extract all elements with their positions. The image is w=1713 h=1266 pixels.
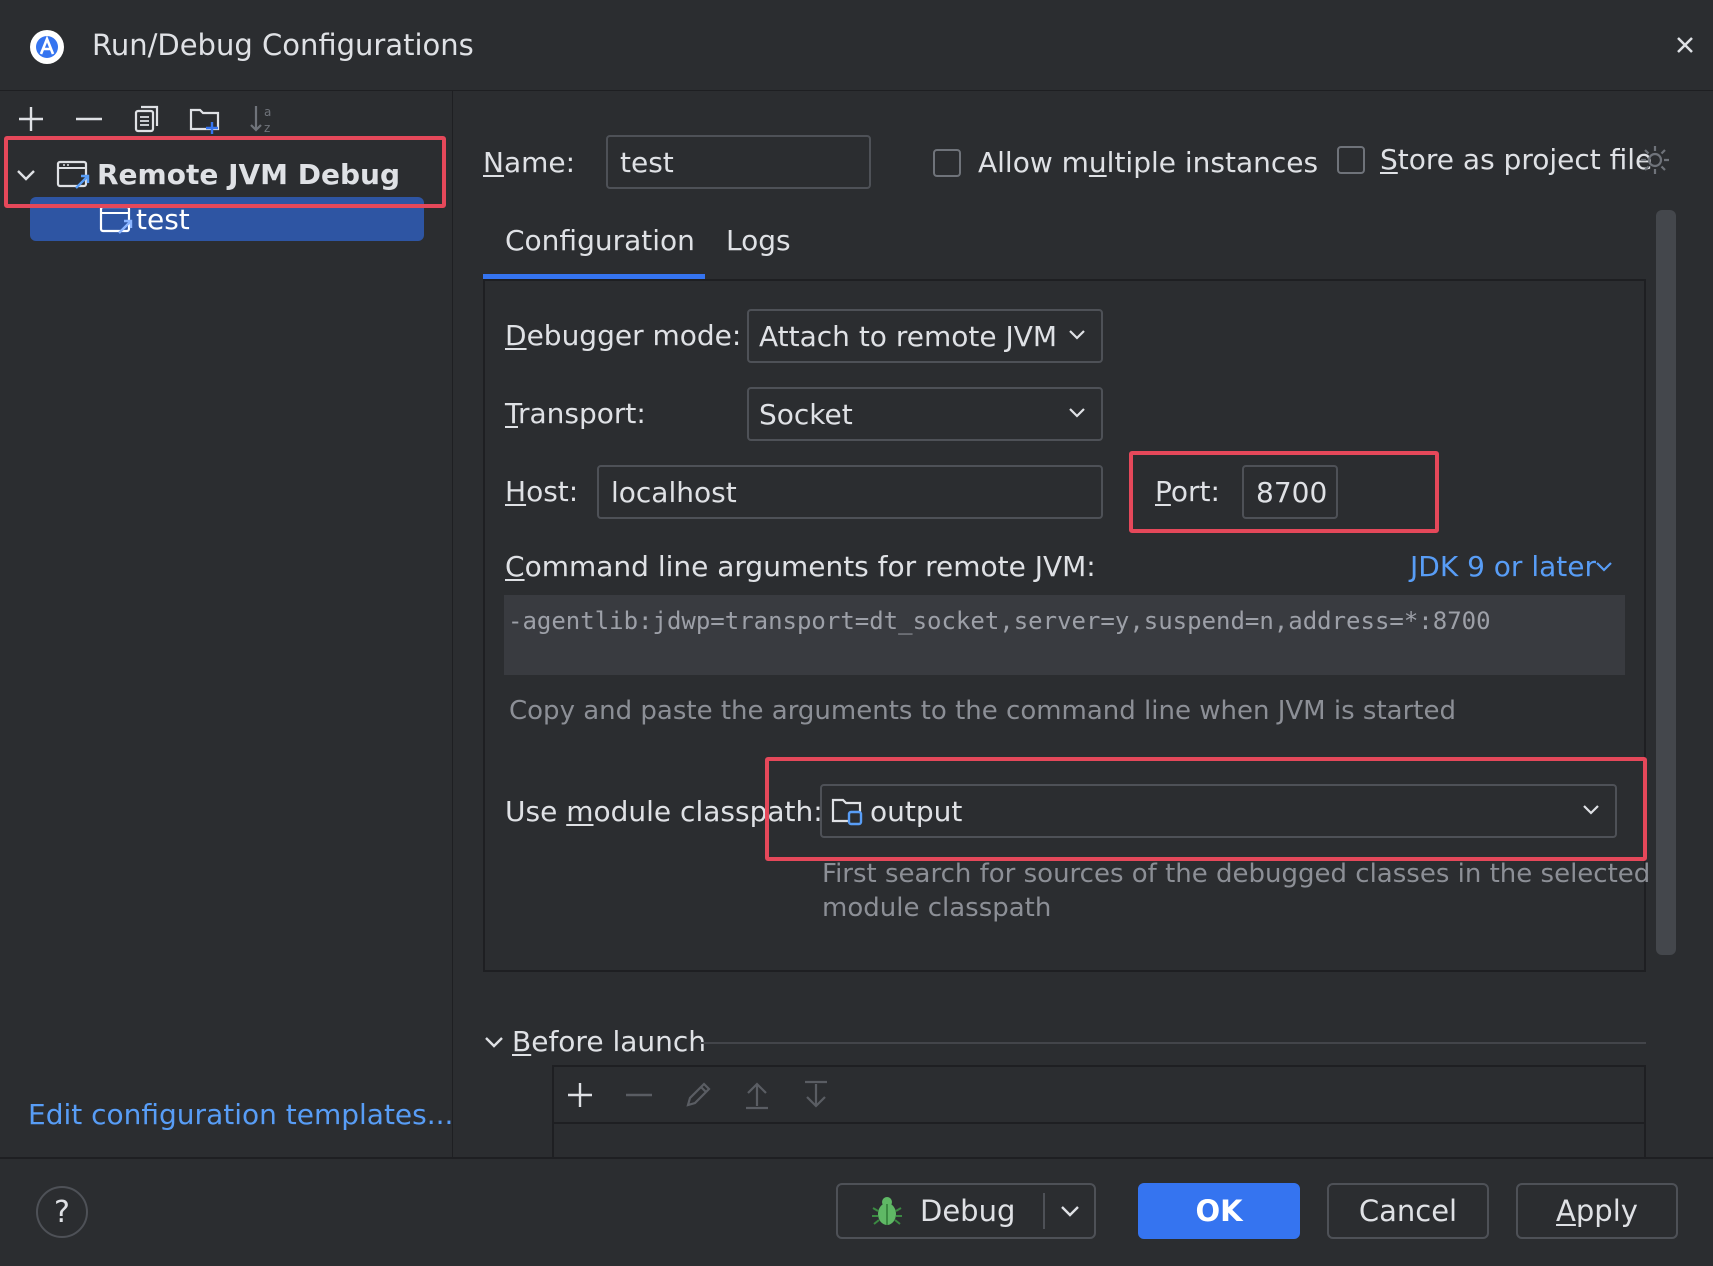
module-classpath-hint: First search for sources of the debugged… (822, 859, 1651, 923)
name-label: Name: (483, 146, 576, 179)
copy-icon[interactable] (130, 102, 164, 136)
remove-icon (626, 1093, 652, 1097)
edit-icon (686, 1082, 711, 1107)
svg-text:a: a (264, 105, 271, 119)
add-icon[interactable] (14, 102, 48, 136)
move-up-icon (746, 1082, 768, 1110)
transport-label: Transport: (505, 397, 646, 430)
gear-icon[interactable] (1638, 143, 1672, 177)
highlight-box-tree (4, 136, 446, 208)
sort-alphabetically-icon: a z (250, 105, 271, 135)
tab-configuration[interactable]: Configuration (505, 224, 695, 257)
cmdline-args-hint: Copy and paste the arguments to the comm… (509, 696, 1456, 726)
host-label: Host: (505, 475, 579, 508)
highlight-box-module-classpath (765, 757, 1647, 861)
before-launch-list (552, 1065, 1646, 1157)
tab-logs[interactable]: Logs (726, 224, 791, 257)
ok-button[interactable]: OK (1138, 1183, 1300, 1239)
debugger-mode-label: Debugger mode: (505, 319, 742, 352)
intellij-app-icon (30, 30, 64, 64)
jdk-version-dropdown[interactable]: JDK 9 or later (1410, 550, 1596, 583)
highlight-box-port (1129, 451, 1439, 533)
debug-split-button[interactable]: Debug (836, 1183, 1096, 1239)
help-button[interactable]: ? (36, 1186, 88, 1238)
remote-debug-icon (99, 205, 133, 234)
store-as-project-file-checkbox[interactable] (1337, 146, 1365, 174)
new-folder-icon[interactable] (188, 102, 222, 136)
chevron-down-icon[interactable] (1594, 560, 1614, 574)
cmdline-args-textarea[interactable]: -agentlib:jdwp=transport=dt_socket,serve… (504, 595, 1625, 675)
apply-button[interactable]: Apply (1516, 1183, 1678, 1239)
svg-text:z: z (264, 121, 270, 135)
name-input[interactable]: test (606, 135, 871, 189)
bug-icon (872, 1197, 902, 1225)
transport-select[interactable]: Socket (747, 387, 1103, 441)
remove-icon[interactable] (72, 102, 106, 136)
configuration-tree-panel (0, 91, 453, 1157)
edit-configuration-templates-link[interactable]: Edit configuration templates... (28, 1098, 453, 1131)
debugger-mode-select[interactable]: Attach to remote JVM (747, 309, 1103, 363)
allow-multiple-instances-checkbox[interactable] (933, 149, 961, 177)
window-title: Run/Debug Configurations (92, 28, 474, 62)
cancel-button[interactable]: Cancel (1327, 1183, 1489, 1239)
chevron-down-icon (1069, 408, 1085, 418)
cmdline-args-label: Command line arguments for remote JVM: (505, 550, 1096, 583)
chevron-down-icon[interactable] (482, 1030, 506, 1054)
allow-multiple-instances-label[interactable]: Allow multiple instances (978, 146, 1318, 179)
chevron-down-icon[interactable] (1059, 1204, 1081, 1220)
store-as-project-file-label[interactable]: Store as project file (1380, 143, 1652, 176)
host-input[interactable]: localhost (597, 465, 1103, 519)
move-down-icon (805, 1080, 827, 1108)
before-launch-separator (700, 1042, 1646, 1044)
vertical-scrollbar[interactable] (1656, 210, 1676, 955)
debug-split-separator (1043, 1193, 1045, 1229)
before-launch-header[interactable]: Before launch (512, 1025, 706, 1058)
add-icon[interactable] (563, 1078, 597, 1112)
chevron-down-icon (1069, 330, 1085, 340)
close-icon[interactable] (1668, 28, 1702, 62)
before-launch-toolbar-separator (554, 1122, 1644, 1124)
